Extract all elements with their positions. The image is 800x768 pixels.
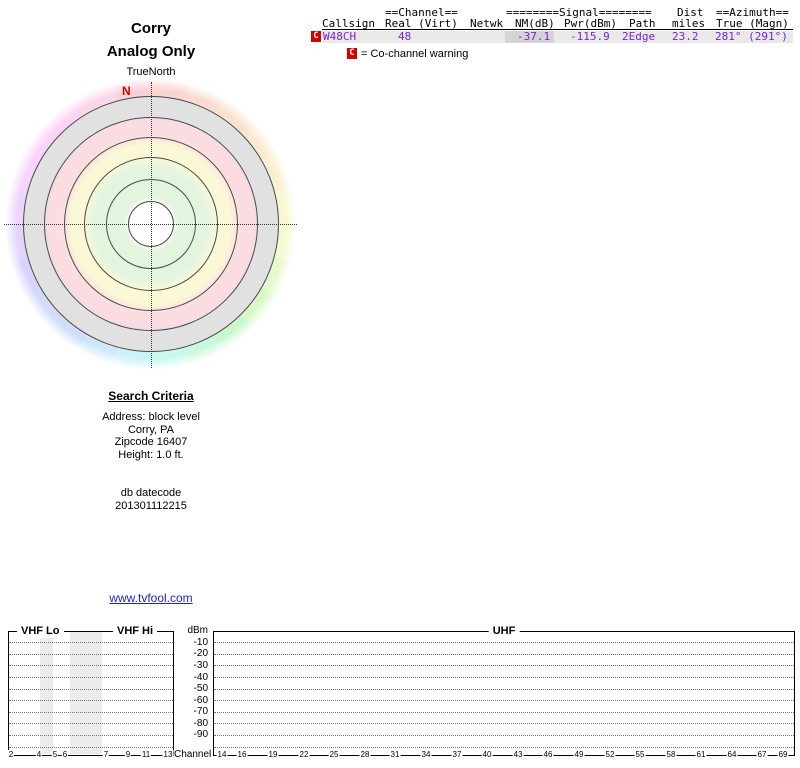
y-tick: -60 — [193, 695, 208, 706]
cell-nm-db: -37.1 — [517, 30, 551, 43]
criteria-height: Height: 1.0 ft. — [118, 448, 184, 461]
datecode-label: db datecode — [120, 487, 182, 499]
vhf-panel: VHF Lo VHF Hi 2 4 5 6 7 9 11 13 — [7, 624, 174, 760]
uhf-channel-tick: 19 — [267, 750, 279, 760]
dbm-axis-label: dBm — [187, 625, 208, 636]
vhf-channel-tick: 13 — [162, 750, 174, 760]
uhf-channel-tick: 64 — [726, 750, 738, 760]
tvfool-link[interactable]: www.tvfool.com — [109, 591, 192, 605]
y-tick: -50 — [193, 683, 208, 694]
y-tick: -70 — [193, 706, 208, 717]
criteria-address: Address: block level — [102, 411, 200, 423]
cell-azimuth: 281° (291°) — [715, 30, 788, 43]
vhf-channel-tick: 4 — [35, 750, 43, 760]
uhf-channel-tick: 43 — [512, 750, 524, 760]
y-tick: -90 — [193, 729, 208, 740]
cell-real-channel: 48 — [398, 30, 412, 43]
uhf-channel-tick: 52 — [604, 750, 616, 760]
vhf-channel-tick: 7 — [102, 750, 110, 760]
db-datecode: db datecode 201301112215 — [51, 487, 251, 512]
vhf-channel-tick: 5 — [51, 750, 59, 760]
tvfool-report-page: Corry Analog Only TrueNorth N ==Channel=… — [0, 0, 800, 768]
y-tick: -80 — [193, 718, 208, 729]
vhf-channel-tick: 11 — [140, 750, 152, 760]
uhf-channel-tick: 34 — [420, 750, 432, 760]
search-criteria-heading: Search Criteria — [108, 389, 194, 403]
channel-axis-label: Channel — [174, 749, 212, 760]
uhf-channel-tick: 31 — [389, 750, 401, 760]
east-west-crosshair — [4, 224, 297, 225]
legend-flag: C — [347, 48, 357, 59]
uhf-channel-tick: 67 — [756, 750, 768, 760]
datecode-value: 201301112215 — [115, 499, 187, 512]
uhf-channel-tick: 37 — [451, 750, 463, 760]
uhf-panel: UHF 14 16 19 22 25 28 31 34 37 40 43 46 … — [213, 624, 795, 760]
cell-miles: 23.2 — [672, 30, 699, 43]
co-channel-flag: C — [311, 31, 321, 42]
uhf-channel-tick: 28 — [359, 750, 371, 760]
vhf-hi-label: VHF Hi — [113, 624, 158, 638]
north-marker: N — [122, 84, 131, 98]
cell-path: 2Edge — [622, 30, 656, 43]
uhf-channel-tick: 25 — [328, 750, 340, 760]
vhf-channel-tick: 9 — [124, 750, 132, 760]
criteria-city: Corry, PA — [127, 423, 175, 436]
cell-pwr-dbm: -115.9 — [570, 30, 610, 43]
criteria-zip: Zipcode 16407 — [114, 436, 188, 448]
uhf-channel-tick: 61 — [695, 750, 707, 760]
vhf-lo-label: VHF Lo — [17, 624, 64, 638]
vhf-channel-tick: 6 — [61, 750, 69, 760]
uhf-channel-tick: 16 — [236, 750, 248, 760]
search-criteria: Search Criteria Address: block level Cor… — [51, 389, 251, 461]
uhf-channel-tick: 55 — [634, 750, 646, 760]
north-south-crosshair — [151, 82, 152, 368]
uhf-channel-tick: 49 — [573, 750, 585, 760]
vhf-channel-tick: 2 — [7, 750, 15, 760]
uhf-channel-tick: 58 — [665, 750, 677, 760]
uhf-channel-tick: 46 — [542, 750, 554, 760]
y-tick: -40 — [193, 672, 208, 683]
cell-callsign[interactable]: W48CH — [323, 31, 356, 43]
legend-text: = Co-channel warning — [361, 48, 469, 60]
uhf-channel-tick: 14 — [216, 750, 228, 760]
uhf-channel-tick: 69 — [777, 750, 789, 760]
spectrum-chart: VHF Lo VHF Hi 2 4 5 6 7 9 11 13 dBm -10 … — [0, 620, 800, 768]
signal-table: ==Channel== ========Signal======== Dist … — [0, 0, 800, 64]
uhf-channel-tick: 22 — [298, 750, 310, 760]
y-tick: -10 — [193, 637, 208, 648]
uhf-channel-tick: 40 — [481, 750, 493, 760]
y-tick: -30 — [193, 660, 208, 671]
y-tick: -20 — [193, 648, 208, 659]
uhf-label: UHF — [488, 624, 520, 638]
